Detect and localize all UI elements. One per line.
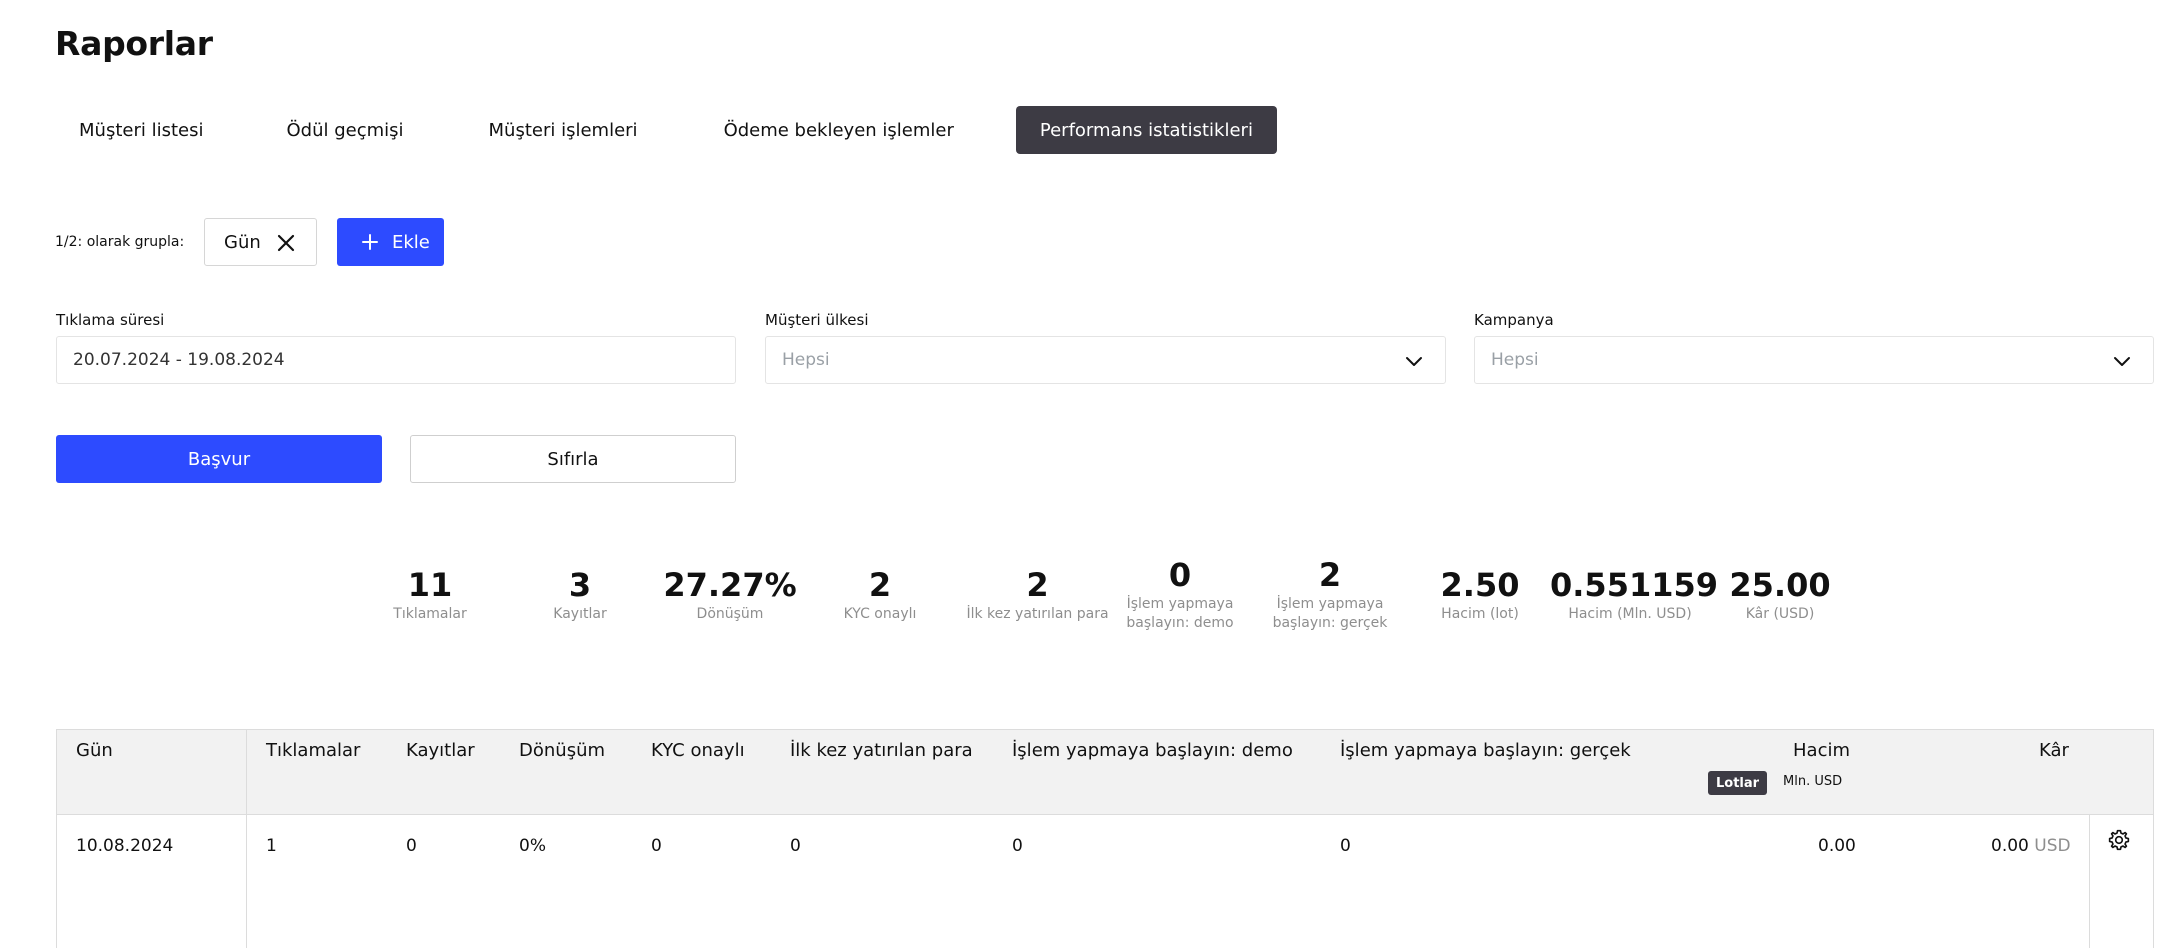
page-title: Raporlar xyxy=(55,24,213,63)
customer-country-select[interactable]: Hepsi xyxy=(765,336,1446,384)
click-period-value: 20.07.2024 - 19.08.2024 xyxy=(73,350,285,370)
cell-day: 10.08.2024 xyxy=(76,836,174,856)
customer-country-label: Müşteri ülkesi xyxy=(765,311,869,329)
groupby-chip-label: Gün xyxy=(224,231,261,253)
column-header-clicks[interactable]: Tıklamalar xyxy=(266,740,360,761)
add-group-label: Ekle xyxy=(392,231,430,253)
cell-start-trading-demo: 0 xyxy=(1012,836,1023,856)
stat-clicks: 11 Tıklamalar xyxy=(350,565,510,624)
stat-label-line2: başlayın: demo xyxy=(1126,615,1234,631)
column-header-kyc-approved[interactable]: KYC onaylı xyxy=(651,740,745,761)
stat-value: 11 xyxy=(407,566,453,604)
column-divider xyxy=(246,730,247,948)
stat-value: 2.50 xyxy=(1440,566,1520,604)
cell-conversion: 0% xyxy=(519,836,546,856)
cell-first-deposit: 0 xyxy=(790,836,801,856)
volume-unit-mln-usd-toggle[interactable]: Mln. USD xyxy=(1783,774,1842,789)
column-header-first-deposit[interactable]: İlk kez yatırılan para xyxy=(790,740,973,761)
groupby-row: 1/2: olarak grupla: Gün Ekle xyxy=(55,218,444,266)
stat-label: Kayıtlar xyxy=(553,606,607,622)
stat-value: 0 xyxy=(1168,556,1192,594)
click-period-label: Tıklama süresi xyxy=(56,311,165,329)
cell-kyc-approved: 0 xyxy=(651,836,662,856)
close-icon[interactable] xyxy=(275,232,297,254)
gear-icon[interactable] xyxy=(2108,829,2130,851)
stat-label-line1: İşlem yapmaya xyxy=(1126,596,1234,612)
stat-volume-mln-usd: 0.551159 Hacim (Mln. USD) xyxy=(1550,565,1719,624)
column-header-start-trading-demo[interactable]: İşlem yapmaya başlayın: demo xyxy=(1012,740,1293,761)
stat-value: 25.00 xyxy=(1729,566,1831,604)
stat-volume-lot: 2.50 Hacim (lot) xyxy=(1400,565,1560,624)
stat-conversion: 27.27% Dönüşüm xyxy=(650,565,810,624)
stat-value: 2 xyxy=(868,566,892,604)
performance-table: Gün Tıklamalar Kayıtlar Dönüşüm KYC onay… xyxy=(56,729,2154,948)
tab-reward-history[interactable]: Ödül geçmişi xyxy=(286,106,403,154)
stat-label: Dönüşüm xyxy=(696,606,764,622)
groupby-chip-day: Gün xyxy=(204,218,317,266)
chevron-down-icon xyxy=(1406,357,1422,366)
stat-label: Kâr (USD) xyxy=(1745,606,1815,622)
campaign-label: Kampanya xyxy=(1474,311,1554,329)
stat-label: KYC onaylı xyxy=(843,606,917,622)
reset-button[interactable]: Sıfırla xyxy=(410,435,736,483)
stat-label: Tıklamalar xyxy=(393,606,467,622)
stat-value: 2 xyxy=(1318,556,1342,594)
cell-start-trading-real: 0 xyxy=(1340,836,1351,856)
cell-volume: 0.00 xyxy=(1818,836,1856,856)
tab-customer-transactions[interactable]: Müşteri işlemleri xyxy=(489,106,638,154)
stat-start-trading-real: 2 İşlem yapmaya başlayın: gerçek xyxy=(1250,555,1410,633)
stat-kyc-approved: 2 KYC onaylı xyxy=(800,565,960,624)
plus-icon xyxy=(362,234,378,250)
stat-label: Hacim (lot) xyxy=(1441,606,1519,622)
report-tabs: Müşteri listesi Ödül geçmişi Müşteri işl… xyxy=(55,106,1277,154)
campaign-placeholder: Hepsi xyxy=(1491,350,1539,370)
stat-registrations: 3 Kayıtlar xyxy=(500,565,660,624)
cell-profit-value: 0.00 xyxy=(1991,836,2029,856)
stat-value: 3 xyxy=(568,566,592,604)
stat-value: 2 xyxy=(1026,566,1049,604)
stat-label: İlk kez yatırılan para xyxy=(966,606,1109,622)
column-header-conversion[interactable]: Dönüşüm xyxy=(519,740,605,761)
campaign-select[interactable]: Hepsi xyxy=(1474,336,2154,384)
column-header-start-trading-real[interactable]: İşlem yapmaya başlayın: gerçek xyxy=(1340,740,1631,761)
customer-country-placeholder: Hepsi xyxy=(782,350,830,370)
cell-profit: 0.00 USD xyxy=(1991,836,2071,856)
stat-label: Hacim (Mln. USD) xyxy=(1568,606,1692,622)
cell-profit-currency: USD xyxy=(2034,836,2071,856)
table-header: Gün Tıklamalar Kayıtlar Dönüşüm KYC onay… xyxy=(57,730,2153,815)
tab-customer-list[interactable]: Müşteri listesi xyxy=(79,106,203,154)
groupby-label: 1/2: olarak grupla: xyxy=(55,234,185,250)
apply-button[interactable]: Başvur xyxy=(56,435,382,483)
column-header-day[interactable]: Gün xyxy=(76,740,113,761)
column-header-profit[interactable]: Kâr xyxy=(2039,740,2069,761)
stat-first-deposit: 2 İlk kez yatırılan para xyxy=(950,565,1125,624)
column-divider xyxy=(2089,815,2090,948)
stat-value: 27.27% xyxy=(663,566,797,604)
stat-start-trading-demo: 0 İşlem yapmaya başlayın: demo xyxy=(1100,555,1260,633)
stat-value: 0.551159 xyxy=(1550,566,1719,604)
click-period-input[interactable]: 20.07.2024 - 19.08.2024 xyxy=(56,336,736,384)
cell-clicks: 1 xyxy=(266,836,277,856)
stat-label-line1: İşlem yapmaya xyxy=(1276,596,1384,612)
tab-pending-payment-transactions[interactable]: Ödeme bekleyen işlemler xyxy=(724,106,954,154)
tab-performance-statistics[interactable]: Performans istatistikleri xyxy=(1015,106,1277,154)
volume-unit-lots-toggle[interactable]: Lotlar xyxy=(1708,771,1768,795)
stat-label-line2: başlayın: gerçek xyxy=(1272,615,1388,631)
cell-registrations: 0 xyxy=(406,836,417,856)
add-group-button[interactable]: Ekle xyxy=(337,218,444,266)
chevron-down-icon xyxy=(2114,357,2130,366)
column-header-volume[interactable]: Hacim xyxy=(1793,740,1850,761)
stat-profit-usd: 25.00 Kâr (USD) xyxy=(1700,565,1860,624)
column-header-registrations[interactable]: Kayıtlar xyxy=(406,740,475,761)
